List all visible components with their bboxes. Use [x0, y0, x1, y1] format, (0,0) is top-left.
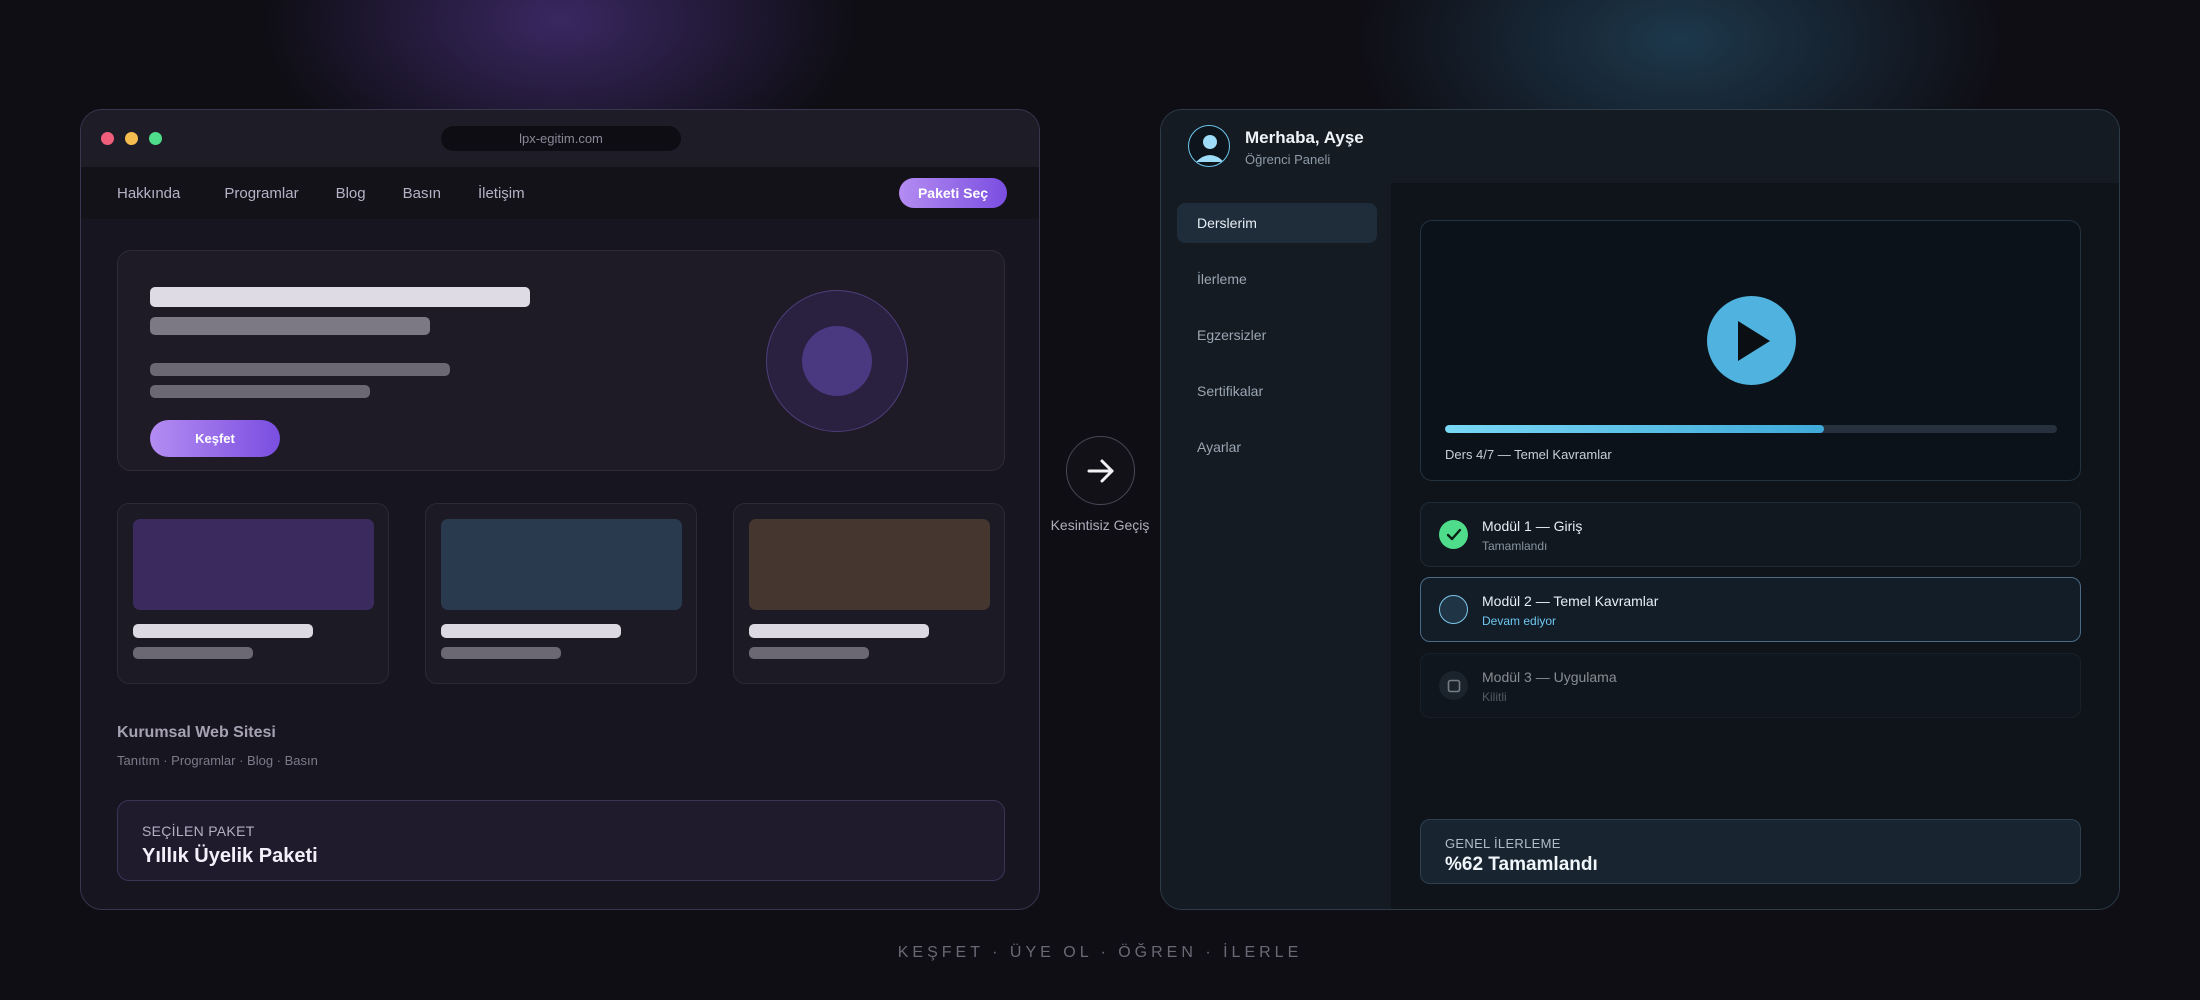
user-icon [1196, 135, 1224, 162]
lesson-label: Ders 4/7 — Temel Kavramlar [1445, 447, 1612, 462]
card-thumbnail [749, 519, 990, 610]
hero-text-placeholder [150, 385, 370, 398]
greeting: Merhaba, Ayşe [1245, 128, 1364, 147]
nav-link-hakkinda[interactable]: Hakkında [117, 185, 180, 202]
overall-progress-value: %62 Tamamlandı [1445, 854, 1598, 875]
site-title: Kurumsal Web Sitesi [117, 724, 276, 741]
minimize-window-dot[interactable] [125, 132, 138, 145]
site-navbar: Hakkında Programlar Blog Basın İletişim … [81, 167, 1039, 219]
selected-package-value: Yıllık Üyelik Paketi [142, 845, 318, 867]
student-dashboard-window: Merhaba, Ayşe Öğrenci Paneli Derslerim İ… [1160, 109, 2120, 910]
module-title: Modül 2 — Temel Kavramlar [1482, 593, 1659, 609]
overall-progress-label: GENEL İLERLEME [1445, 836, 1561, 851]
card-title-placeholder [133, 624, 313, 638]
module-item-1[interactable]: Modül 1 — Giriş Tamamlandı [1420, 502, 2081, 567]
module-title: Modül 3 — Uygulama [1482, 669, 1617, 685]
card-thumbnail [441, 519, 682, 610]
hero-subheadline-placeholder [150, 317, 430, 335]
arrow-right-icon [1087, 459, 1113, 482]
close-window-dot[interactable] [101, 132, 114, 145]
lock-icon [1439, 671, 1468, 700]
address-bar[interactable]: lpx-egitim.com [441, 126, 681, 151]
transition-label: Kesintisiz Geçiş [1050, 517, 1150, 533]
corporate-site-window: lpx-egitim.com Hakkında Programlar Blog … [80, 109, 1040, 910]
selected-package-box: SEÇİLEN PAKET Yıllık Üyelik Paketi [117, 800, 1005, 881]
module-title: Modül 1 — Giriş [1482, 518, 1583, 534]
hero-section: Keşfet [117, 250, 1005, 471]
module-item-3[interactable]: Modül 3 — Uygulama Kilitli [1420, 653, 2081, 718]
selected-package-label: SEÇİLEN PAKET [142, 823, 255, 839]
lesson-progress-fill [1445, 425, 1825, 433]
dashboard-header: Merhaba, Ayşe Öğrenci Paneli [1161, 110, 2119, 183]
nav-link-programlar[interactable]: Programlar [224, 185, 298, 202]
card-text-placeholder [749, 647, 869, 659]
hero-headline-placeholder [150, 287, 530, 307]
maximize-window-dot[interactable] [149, 132, 162, 145]
hero-text-placeholder [150, 363, 450, 376]
play-icon [1737, 320, 1770, 361]
play-button[interactable] [1707, 296, 1796, 385]
site-subtitle: Tanıtım · Programlar · Blog · Basın [117, 753, 318, 768]
sidebar-item-ayarlar[interactable]: Ayarlar [1177, 427, 1377, 467]
explore-button[interactable]: Keşfet [150, 420, 280, 457]
card-title-placeholder [441, 624, 621, 638]
dashboard-subtitle: Öğrenci Paneli [1245, 152, 1331, 167]
overall-progress-box: GENEL İLERLEME %62 Tamamlandı [1420, 819, 2081, 884]
nav-link-basin[interactable]: Basın [403, 185, 441, 202]
card-thumbnail [133, 519, 374, 610]
dashboard-sidebar: Derslerim İlerleme Egzersizler Sertifika… [1161, 183, 1391, 909]
dashboard-main: Ders 4/7 — Temel Kavramlar Modül 1 — Gir… [1391, 183, 2119, 909]
hero-illustration [766, 290, 908, 432]
transition-arrow [1066, 436, 1135, 505]
in-progress-icon [1439, 595, 1468, 624]
module-status: Kilitli [1482, 690, 1507, 704]
program-card[interactable] [425, 503, 697, 684]
sidebar-item-derslerim[interactable]: Derslerim [1177, 203, 1377, 243]
video-player: Ders 4/7 — Temel Kavramlar [1420, 220, 2081, 481]
nav-link-iletisim[interactable]: İletişim [478, 185, 525, 202]
sidebar-item-sertifikalar[interactable]: Sertifikalar [1177, 371, 1377, 411]
module-item-2[interactable]: Modül 2 — Temel Kavramlar Devam ediyor [1420, 577, 2081, 642]
program-card[interactable] [733, 503, 1005, 684]
sidebar-item-ilerleme[interactable]: İlerleme [1177, 259, 1377, 299]
nav-link-blog[interactable]: Blog [336, 185, 366, 202]
card-text-placeholder [133, 647, 253, 659]
browser-titlebar: lpx-egitim.com [81, 110, 1039, 167]
hero-illustration-core [802, 326, 872, 396]
footer-tagline: KEŞFET · ÜYE OL · ÖĞREN · İLERLE [897, 944, 1303, 961]
checkmark-icon [1439, 520, 1468, 549]
lesson-progress-bar[interactable] [1445, 425, 2057, 433]
module-status: Devam ediyor [1482, 614, 1557, 628]
card-text-placeholder [441, 647, 561, 659]
choose-package-button[interactable]: Paketi Seç [899, 178, 1007, 208]
program-card[interactable] [117, 503, 389, 684]
card-title-placeholder [749, 624, 929, 638]
module-status: Tamamlandı [1482, 539, 1548, 553]
sidebar-item-egzersizler[interactable]: Egzersizler [1177, 315, 1377, 355]
avatar[interactable] [1188, 125, 1230, 167]
